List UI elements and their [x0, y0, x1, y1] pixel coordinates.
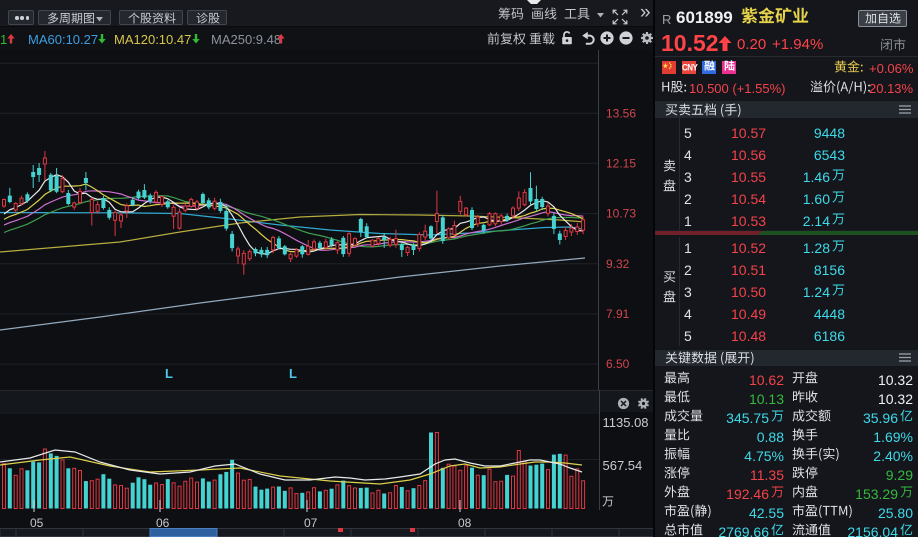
- svg-text:L: L: [165, 366, 173, 381]
- svg-text:L: L: [289, 366, 297, 381]
- svg-text:9.32: 9.32: [606, 257, 630, 271]
- svg-text:12.15: 12.15: [606, 156, 636, 170]
- svg-text:13.56: 13.56: [606, 106, 636, 120]
- svg-text:567.54: 567.54: [603, 458, 643, 473]
- svg-text:6.50: 6.50: [606, 357, 630, 371]
- svg-text:1135.08: 1135.08: [603, 415, 649, 430]
- svg-text:7.91: 7.91: [606, 307, 630, 321]
- svg-text:10.73: 10.73: [606, 207, 636, 221]
